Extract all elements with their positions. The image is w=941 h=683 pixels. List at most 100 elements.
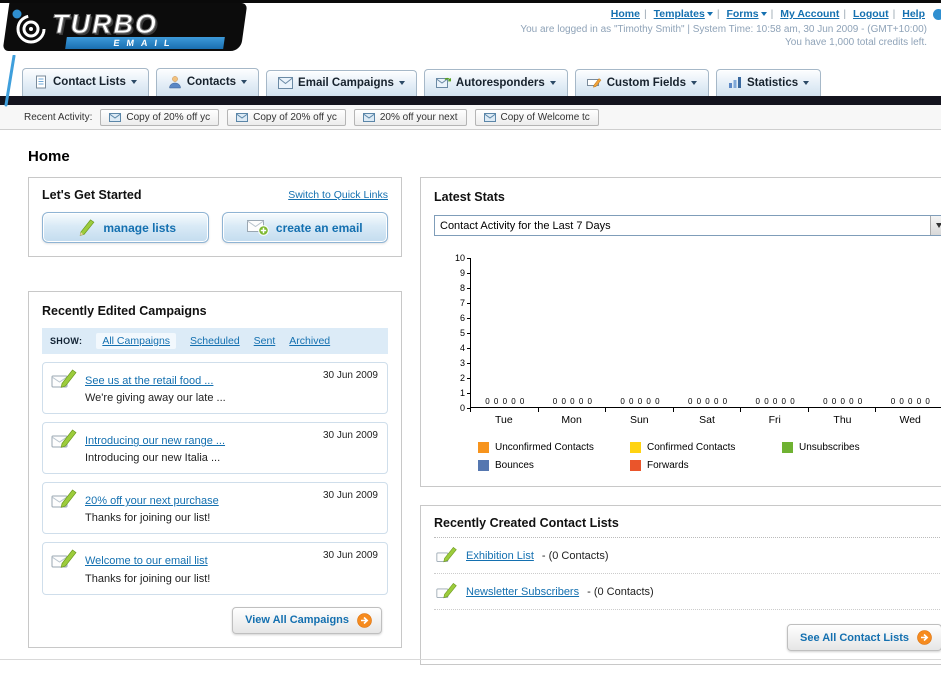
- logo-email-strip: EMAIL: [65, 37, 225, 49]
- email-icon: [236, 112, 249, 122]
- new-email-icon: [246, 220, 269, 236]
- footer-divider: [0, 659, 941, 660]
- nav-label: Email Campaigns: [298, 77, 394, 89]
- top-link-templates[interactable]: Templates: [654, 8, 713, 20]
- edit-campaign-icon: [51, 489, 77, 509]
- switch-to-quick-links[interactable]: Switch to Quick Links: [288, 189, 388, 201]
- email-icon: [109, 112, 122, 122]
- create-email-label: create an email: [275, 220, 363, 235]
- campaign-row: Welcome to our email list Thanks for joi…: [42, 542, 388, 595]
- campaign-row: 20% off your next purchase Thanks for jo…: [42, 482, 388, 535]
- logo-text: TURBO: [52, 9, 158, 40]
- see-all-contact-lists-button[interactable]: See All Contact Lists: [786, 624, 941, 651]
- chart-value-labels: 0 0 0 0 0: [620, 397, 660, 406]
- campaign-title-link[interactable]: See us at the retail food ...: [85, 375, 213, 387]
- tab-all-campaigns[interactable]: All Campaigns: [96, 333, 177, 349]
- tab-scheduled[interactable]: Scheduled: [190, 335, 240, 347]
- edit-list-icon: [436, 547, 457, 563]
- nav-tab-autoresponders[interactable]: Autoresponders: [423, 69, 568, 96]
- arrow-right-icon: [917, 630, 932, 645]
- activity-item-label: Copy of Welcome tc: [500, 111, 590, 123]
- tab-archived[interactable]: Archived: [289, 335, 330, 347]
- contact-list-count: - (0 Contacts): [587, 585, 654, 598]
- recent-activity-item[interactable]: Copy of 20% off yc: [100, 108, 220, 126]
- chart-value-labels: 0 0 0 0 0: [687, 397, 728, 406]
- edit-campaign-icon: [51, 549, 77, 569]
- campaign-title-link[interactable]: Welcome to our email list: [85, 555, 208, 567]
- chart-bar-group: 0 0 0 0 0: [876, 258, 941, 407]
- campaign-subtitle: Thanks for joining our list!: [85, 512, 211, 525]
- campaign-title-link[interactable]: 20% off your next purchase: [85, 495, 219, 507]
- edit-campaign-icon: [51, 369, 77, 388]
- top-link-home[interactable]: Home: [611, 8, 640, 20]
- top-link-forms[interactable]: Forms: [726, 8, 767, 20]
- contact-lists-title: Recently Created Contact Lists: [434, 516, 941, 538]
- stats-period-value: Contact Activity for the Last 7 Days: [440, 219, 611, 232]
- campaign-title-link[interactable]: Introducing our new range ...: [85, 435, 225, 447]
- view-all-campaigns-button[interactable]: View All Campaigns: [232, 606, 382, 634]
- pencil-icon: [80, 219, 95, 236]
- manage-lists-button[interactable]: manage lists: [42, 212, 209, 243]
- email-icon: [362, 112, 375, 122]
- create-email-button[interactable]: create an email: [221, 212, 388, 243]
- logo[interactable]: TURBO EMAIL: [2, 3, 254, 57]
- x-axis-tick: [674, 408, 742, 412]
- x-axis-tick: [876, 408, 941, 412]
- nav-tab-contacts[interactable]: Contacts: [155, 68, 260, 96]
- recent-contact-lists-panel: Recently Created Contact Lists Exhibitio…: [420, 505, 941, 665]
- contact-list-link[interactable]: Exhibition List: [466, 550, 534, 562]
- contact-lists-icon: [36, 75, 46, 89]
- main-nav: Contact Lists Contacts Email Campaigns A…: [0, 65, 941, 96]
- nav-underline-bar: [0, 96, 941, 105]
- legend-item: Forwards: [630, 460, 772, 471]
- tab-sent[interactable]: Sent: [254, 335, 276, 347]
- header-right: Home | Templates | Forms | My Account | Logo…: [520, 8, 927, 48]
- y-axis-label: 0: [448, 403, 470, 413]
- nav-tab-statistics[interactable]: Statistics: [715, 69, 822, 96]
- nav-label: Contacts: [186, 76, 237, 88]
- credits-info: You have 1,000 total credits left.: [785, 37, 927, 48]
- legend-item: Unconfirmed Contacts: [478, 442, 620, 453]
- legend-item: Confirmed Contacts: [630, 442, 772, 453]
- recent-activity-item[interactable]: 20% off your next: [353, 108, 467, 126]
- campaigns-filter-tabs: SHOW: All Campaigns Scheduled Sent Archi…: [42, 328, 388, 354]
- recent-activity-item[interactable]: Copy of Welcome tc: [474, 108, 599, 126]
- top-link-help[interactable]: Help: [902, 8, 925, 20]
- stats-title: Latest Stats: [434, 190, 505, 204]
- chart-bar-group: 0 0 0 0 0: [809, 258, 877, 407]
- chevron-down-icon: [398, 81, 405, 85]
- chart-bar-group: 0 0 0 0 0: [471, 258, 539, 407]
- top-link-logout[interactable]: Logout: [853, 8, 889, 20]
- chart-bar-group: 0 0 0 0 0: [741, 258, 809, 407]
- chevron-down-icon: [130, 80, 137, 84]
- nav-tab-contact-lists[interactable]: Contact Lists: [22, 68, 149, 96]
- activity-item-label: Copy of 20% off yc: [253, 111, 337, 123]
- y-axis-label: 8: [448, 283, 470, 293]
- top-link-my-account[interactable]: My Account: [780, 8, 839, 20]
- legend-label: Unconfirmed Contacts: [495, 442, 594, 453]
- stats-period-select[interactable]: Contact Activity for the Last 7 Days: [434, 215, 941, 236]
- chevron-down-icon: [241, 80, 248, 84]
- edit-campaign-icon: [51, 429, 77, 449]
- chevron-down-icon: [706, 12, 713, 17]
- get-started-panel: Let's Get Started Switch to Quick Links …: [28, 177, 402, 257]
- nav-tab-email-campaigns[interactable]: Email Campaigns: [266, 70, 417, 96]
- y-axis-label: 9: [448, 268, 470, 278]
- activity-item-label: 20% off your next: [379, 111, 458, 123]
- x-axis-label: Tue: [495, 414, 513, 426]
- chevron-down-icon: [803, 80, 810, 85]
- see-all-contact-lists-label: See All Contact Lists: [799, 631, 909, 644]
- contact-list-link[interactable]: Newsletter Subscribers: [466, 586, 579, 598]
- header: TURBO EMAIL Home | Templates | Forms | My A…: [0, 3, 941, 107]
- nav-tab-custom-fields[interactable]: Custom Fields: [574, 69, 709, 96]
- separator: |: [643, 8, 647, 20]
- chart-value-labels: 0 0 0 0 0: [823, 397, 863, 406]
- nav-label: Autoresponders: [455, 76, 545, 89]
- y-axis-label: 5: [448, 328, 470, 338]
- legend-label: Forwards: [647, 460, 689, 471]
- x-axis-label: Wed: [899, 414, 921, 426]
- legend-label: Confirmed Contacts: [647, 442, 736, 453]
- recent-activity-item[interactable]: Copy of 20% off yc: [227, 108, 346, 126]
- statistics-icon: [728, 77, 741, 88]
- x-axis-label: Sun: [629, 414, 649, 426]
